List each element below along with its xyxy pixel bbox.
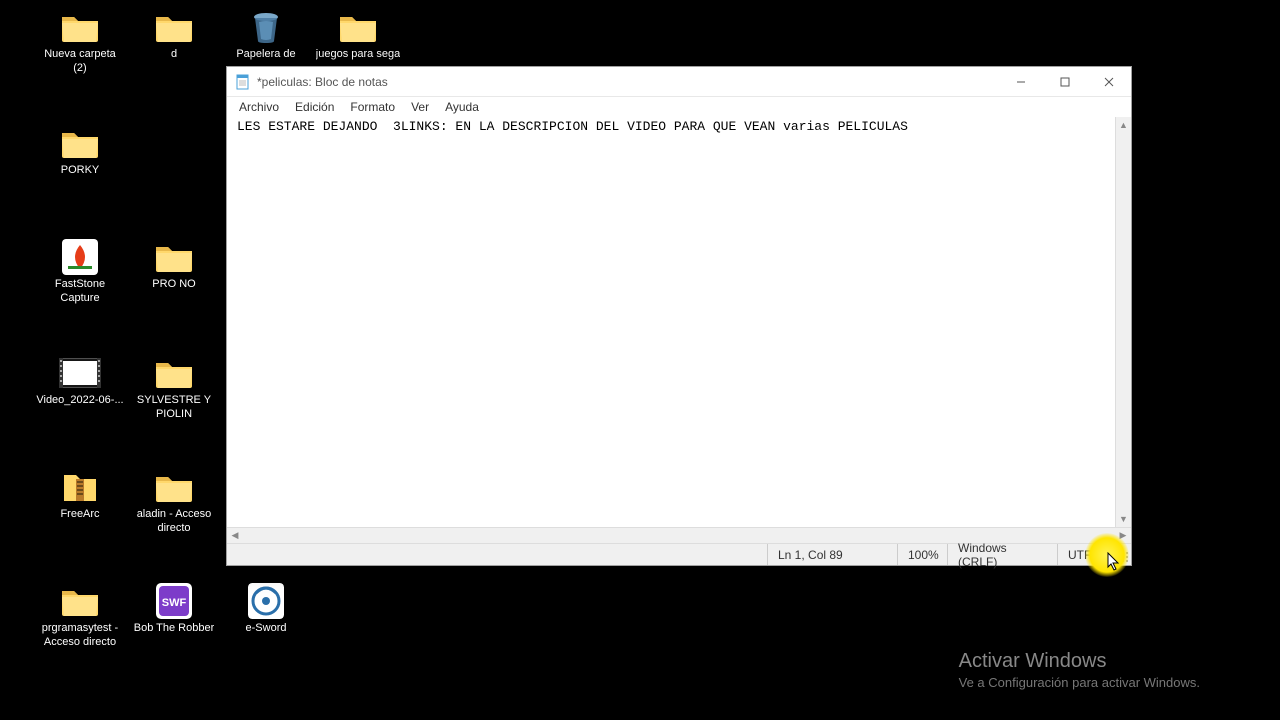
menubar: ArchivoEdiciónFormatoVerAyuda	[227, 97, 1131, 117]
desktop-icon-d[interactable]: d	[130, 10, 218, 62]
desktop-icon-porky[interactable]: PORKY	[36, 126, 124, 178]
desktop-icon-label: Bob The Robber	[134, 622, 215, 636]
folder-icon	[152, 356, 196, 390]
desktop-icon-nueva-carpeta-2[interactable]: Nueva carpeta (2)	[36, 10, 124, 76]
scroll-down-icon[interactable]: ▼	[1116, 511, 1131, 527]
desktop-icon-label: aladin - Acceso directo	[130, 508, 218, 536]
desktop-icon-recycle-bin[interactable]: Papelera de	[222, 10, 310, 62]
desktop-icon-label: Video_2022-06-...	[36, 394, 123, 408]
menu-ver[interactable]: Ver	[403, 98, 437, 116]
folder-icon	[58, 584, 102, 618]
status-zoom: 100%	[897, 544, 947, 565]
window-controls	[999, 67, 1131, 96]
desktop-icon-label: e-Sword	[246, 622, 287, 636]
desktop-icon-label: d	[171, 48, 177, 62]
status-line-ending: Windows (CRLF)	[947, 544, 1057, 565]
desktop-icon-label: PRO NO	[152, 278, 195, 292]
desktop-icon-label: prgramasytest - Acceso directo	[36, 622, 124, 650]
resize-grip[interactable]	[1113, 544, 1131, 565]
watermark-message: Ve a Configuración para activar Windows.	[959, 675, 1200, 690]
desktop-icon-sylvestre-piolin[interactable]: SYLVESTRE Y PIOLIN	[130, 356, 218, 422]
menu-formato[interactable]: Formato	[342, 98, 403, 116]
desktop-icon-label: FastStone Capture	[36, 278, 124, 306]
editor-area[interactable]: LES ESTARE DEJANDO 3LINKS: EN LA DESCRIP…	[227, 117, 1131, 527]
menu-edicin[interactable]: Edición	[287, 98, 342, 116]
folder-icon	[58, 10, 102, 44]
desktop-icon-label: Nueva carpeta (2)	[36, 48, 124, 76]
desktop-icon-aladin[interactable]: aladin - Acceso directo	[130, 470, 218, 536]
folder-icon	[152, 470, 196, 504]
window-title: *peliculas: Bloc de notas	[257, 75, 999, 89]
notepad-icon	[235, 74, 251, 90]
desktop-icon-juegos-para-sega[interactable]: juegos para sega	[314, 10, 402, 62]
desktop-icon-prgramasytest[interactable]: prgramasytest - Acceso directo	[36, 584, 124, 650]
scroll-right-icon[interactable]: ▶	[1115, 528, 1131, 543]
scroll-track[interactable]	[1116, 133, 1131, 511]
notepad-window: *peliculas: Bloc de notas ArchivoEdición…	[226, 66, 1132, 566]
desktop-icon-label: SYLVESTRE Y PIOLIN	[130, 394, 218, 422]
watermark-title: Activar Windows	[959, 650, 1200, 673]
esword-icon	[244, 584, 288, 618]
maximize-button[interactable]	[1043, 67, 1087, 96]
desktop-icon-label: juegos para sega	[316, 48, 400, 62]
scroll-up-icon[interactable]: ▲	[1116, 117, 1131, 133]
folder-icon	[336, 10, 380, 44]
menu-ayuda[interactable]: Ayuda	[437, 98, 487, 116]
status-encoding: UTF-8	[1057, 544, 1113, 565]
status-position: Ln 1, Col 89	[767, 544, 897, 565]
desktop-icon-label: FreeArc	[60, 508, 99, 522]
desktop-icon-label: Papelera de	[236, 48, 295, 62]
folder-icon	[152, 10, 196, 44]
desktop-icon-pro-no[interactable]: PRO NO	[130, 240, 218, 292]
activation-watermark: Activar Windows Ve a Configuración para …	[959, 650, 1200, 690]
desktop-icon-freearc[interactable]: FreeArc	[36, 470, 124, 522]
minimize-button[interactable]	[999, 67, 1043, 96]
vertical-scrollbar[interactable]: ▲ ▼	[1115, 117, 1131, 527]
close-button[interactable]	[1087, 67, 1131, 96]
desktop-icon-video-2022-06[interactable]: Video_2022-06-...	[36, 356, 124, 408]
video-icon	[58, 356, 102, 390]
desktop-icon-label: PORKY	[61, 164, 100, 178]
faststone-icon	[58, 240, 102, 274]
freearc-icon	[58, 470, 102, 504]
scroll-left-icon[interactable]: ◀	[227, 528, 243, 543]
desktop-icon-e-sword[interactable]: e-Sword	[222, 584, 310, 636]
recycle-icon	[244, 10, 288, 44]
swf-icon: SWF	[152, 584, 196, 618]
titlebar[interactable]: *peliculas: Bloc de notas	[227, 67, 1131, 97]
menu-archivo[interactable]: Archivo	[231, 98, 287, 116]
folder-icon	[58, 126, 102, 160]
desktop-icon-faststone-capture[interactable]: FastStone Capture	[36, 240, 124, 306]
statusbar: Ln 1, Col 89 100% Windows (CRLF) UTF-8	[227, 543, 1131, 565]
folder-icon	[152, 240, 196, 274]
editor-content[interactable]: LES ESTARE DEJANDO 3LINKS: EN LA DESCRIP…	[237, 119, 1115, 134]
horizontal-scrollbar[interactable]: ◀ ▶	[227, 527, 1131, 543]
svg-text:SWF: SWF	[162, 597, 187, 609]
desktop-icon-bob-the-robber[interactable]: SWF Bob The Robber	[130, 584, 218, 636]
